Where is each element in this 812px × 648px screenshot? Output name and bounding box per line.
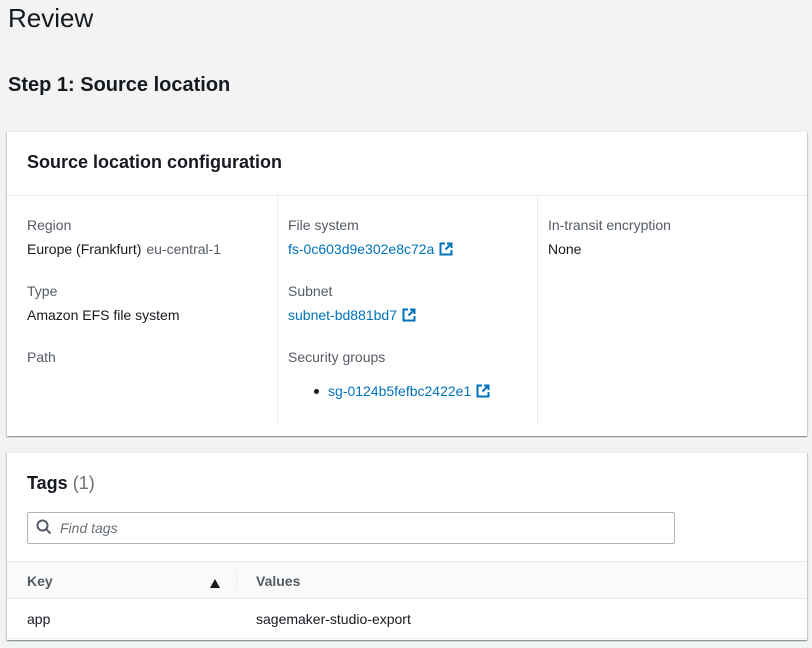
search-input[interactable] (60, 520, 620, 536)
type-value: Amazon EFS file system (27, 307, 180, 323)
subnet-field: Subnet subnet-bd881bd7 (288, 282, 416, 326)
table-row: app sagemaker-studio-export (7, 599, 807, 639)
card-header: Source location configuration (7, 132, 807, 196)
file-system-label: File system (288, 217, 359, 233)
column-header-key[interactable]: Key (27, 573, 53, 589)
tags-title: Tags (27, 473, 68, 493)
external-link-icon[interactable] (439, 242, 453, 260)
search-box[interactable] (27, 512, 675, 544)
column-divider (236, 571, 237, 591)
region-code: eu-central-1 (146, 241, 222, 257)
path-field: Path (27, 348, 56, 366)
column-header-values: Values (256, 573, 301, 589)
type-field: Type Amazon EFS file system (27, 282, 180, 324)
column-1: Region Europe (Frankfurt) eu-central-1 Ty… (27, 196, 277, 426)
cell-value: sagemaker-studio-export (256, 611, 411, 627)
type-label: Type (27, 283, 58, 299)
external-link-icon[interactable] (402, 308, 416, 326)
security-group-link[interactable]: sg-0124b5fefbc2422e1 (328, 383, 471, 399)
region-name: Europe (Frankfurt) (27, 241, 142, 257)
region-field: Region Europe (Frankfurt) eu-central-1 (27, 216, 221, 258)
table-header: Key Values (7, 561, 807, 599)
subnet-link[interactable]: subnet-bd881bd7 (288, 307, 397, 323)
encryption-label: In-transit encryption (548, 217, 671, 233)
encryption-field: In-transit encryption None (548, 216, 671, 258)
step-title: Step 1: Source location (8, 74, 231, 96)
bullet-icon (314, 389, 319, 394)
security-groups-list: sg-0124b5fefbc2422e1 (288, 382, 490, 402)
card-body: Region Europe (Frankfurt) eu-central-1 Ty… (7, 196, 807, 436)
cell-key: app (27, 611, 51, 627)
encryption-value: None (548, 241, 582, 257)
external-link-icon[interactable] (476, 384, 490, 402)
path-label: Path (27, 349, 56, 365)
page-title: Review (8, 3, 94, 33)
column-2: File system fs-0c603d9e302e8c72a Subnet … (277, 196, 537, 426)
search-icon (36, 519, 52, 538)
region-value: Europe (Frankfurt) eu-central-1 (27, 240, 221, 258)
subnet-value: subnet-bd881bd7 (288, 306, 416, 326)
tags-count: (1) (72, 473, 95, 493)
file-system-link[interactable]: fs-0c603d9e302e8c72a (288, 241, 434, 257)
tags-header: Tags (1) (7, 453, 807, 511)
file-system-value: fs-0c603d9e302e8c72a (288, 240, 453, 260)
security-groups-label: Security groups (288, 349, 386, 365)
tags-table: Key Values app sagemaker-studio-export (7, 561, 807, 639)
subnet-label: Subnet (288, 283, 333, 299)
source-location-card: Source location configuration Region Eur… (7, 131, 807, 436)
tags-card: Tags (1) Key Values app sagemaker-studio… (7, 452, 807, 640)
security-groups-field: Security groups sg-0124b5fefbc2422e1 (288, 348, 490, 402)
column-3: In-transit encryption None (537, 196, 797, 426)
list-item: sg-0124b5fefbc2422e1 (314, 382, 490, 402)
region-label: Region (27, 217, 72, 233)
sort-ascending-icon[interactable] (210, 575, 220, 591)
file-system-field: File system fs-0c603d9e302e8c72a (288, 216, 453, 260)
